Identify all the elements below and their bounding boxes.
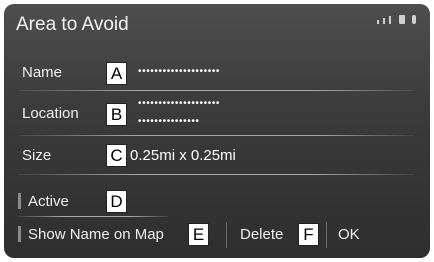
divider	[18, 174, 414, 175]
ok-button[interactable]: OK	[338, 226, 360, 243]
callout-e: E	[188, 223, 209, 246]
area-to-avoid-screen: Area to Avoid Name A •••••••••••••••••••…	[4, 4, 430, 258]
button-separator	[326, 222, 327, 248]
show-name-indicator	[18, 226, 21, 242]
callout-a: A	[106, 62, 127, 85]
size-label: Size	[22, 147, 52, 164]
signal-icon	[377, 20, 379, 24]
callout-d: D	[106, 190, 127, 213]
location-value-line2: •••••••••••••••	[138, 116, 200, 127]
size-value: 0.25mi x 0.25mi	[130, 147, 236, 164]
location-label: Location	[22, 105, 79, 122]
signal-icon-bar	[383, 18, 385, 24]
status-bar	[377, 15, 416, 24]
bluetooth-icon	[412, 15, 416, 24]
divider	[18, 216, 168, 217]
callout-c: C	[106, 144, 127, 167]
button-separator	[226, 222, 227, 248]
phone-icon	[399, 15, 405, 24]
name-value: ••••••••••••••••••••	[138, 66, 221, 77]
active-label: Active	[28, 193, 69, 210]
callout-f: F	[298, 223, 319, 246]
delete-label: Delete	[240, 226, 284, 243]
name-label: Name	[22, 64, 63, 81]
divider	[18, 90, 414, 91]
divider	[18, 135, 414, 136]
callout-b: B	[106, 103, 127, 126]
signal-icon-bar	[389, 16, 391, 24]
show-name-label: Show Name on Map	[28, 226, 164, 243]
page-title: Area to Avoid	[16, 14, 129, 35]
location-value-line1: ••••••••••••••••••••	[138, 98, 221, 109]
active-indicator	[18, 193, 21, 209]
